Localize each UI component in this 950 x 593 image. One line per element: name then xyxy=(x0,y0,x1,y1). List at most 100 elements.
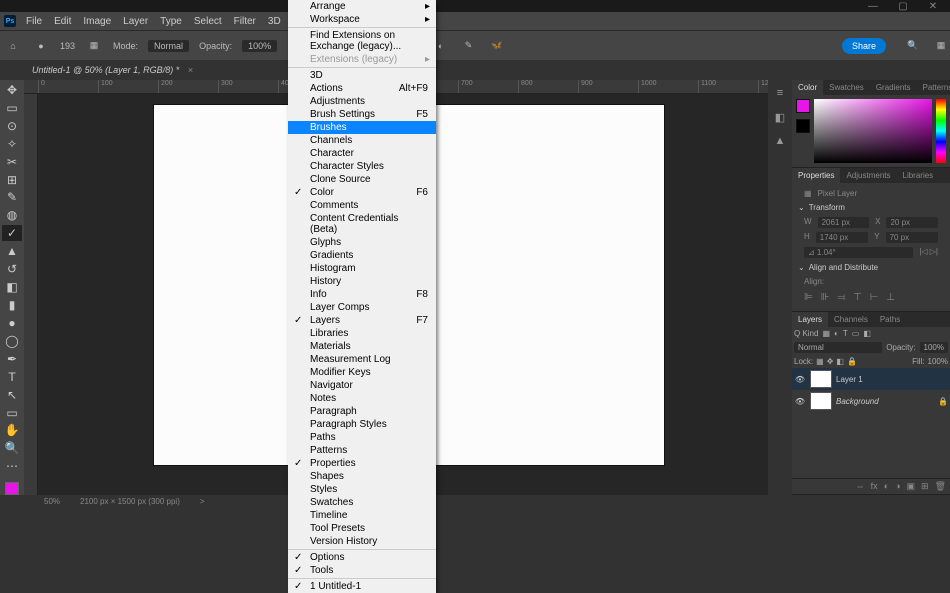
menu-item-character-styles[interactable]: Character Styles xyxy=(288,160,436,173)
y-input[interactable]: 70 px xyxy=(886,232,938,243)
tab-libraries[interactable]: Libraries xyxy=(897,168,940,183)
menu-item-layer-comps[interactable]: Layer Comps xyxy=(288,301,436,314)
blend-mode-select[interactable]: Normal xyxy=(794,342,882,353)
blend-mode-select[interactable]: Normal xyxy=(148,40,189,52)
filter-shape-icon[interactable]: ▭ xyxy=(852,329,860,338)
layer-mask-icon[interactable]: ◐ xyxy=(884,481,889,492)
menu-item-options[interactable]: ✓Options xyxy=(288,551,436,564)
menu-item-histogram[interactable]: Histogram xyxy=(288,262,436,275)
layer-opacity-select[interactable]: 100% xyxy=(920,342,948,353)
fg-swatch[interactable] xyxy=(796,99,810,113)
filter-type-icon[interactable]: T xyxy=(843,329,848,338)
flip-icons[interactable]: |◁ ▷| xyxy=(919,247,938,258)
tab-patterns[interactable]: Patterns xyxy=(917,80,950,95)
menu-item-swatches[interactable]: Swatches xyxy=(288,496,436,509)
menu-item-notes[interactable]: Notes xyxy=(288,392,436,405)
menu-item-paragraph[interactable]: Paragraph xyxy=(288,405,436,418)
menu-item-properties[interactable]: ✓Properties xyxy=(288,457,436,470)
shape-tool-icon[interactable]: ▭ xyxy=(2,405,22,421)
brush-panel-icon[interactable]: ▦ xyxy=(85,37,103,55)
pen-tool-icon[interactable]: ✒ xyxy=(2,351,22,367)
menu-item-character[interactable]: Character xyxy=(288,147,436,160)
menu-file[interactable]: File xyxy=(20,14,48,29)
workspace-icon[interactable]: ▦ xyxy=(932,37,950,55)
filter-adjust-icon[interactable]: ◐ xyxy=(834,329,839,338)
menu-item-channels[interactable]: Channels xyxy=(288,134,436,147)
menu-item-timeline[interactable]: Timeline xyxy=(288,509,436,522)
tab-gradients[interactable]: Gradients xyxy=(870,80,917,95)
lock-artboard-icon[interactable]: ◧ xyxy=(836,357,844,366)
zoom-level[interactable]: 50% xyxy=(44,497,60,506)
layer-fill-select[interactable]: 100% xyxy=(928,357,948,366)
menu-item-history[interactable]: History xyxy=(288,275,436,288)
maximize-button[interactable]: ▢ xyxy=(888,1,918,12)
tab-color[interactable]: Color xyxy=(792,80,823,95)
menu-item-tool-presets[interactable]: Tool Presets xyxy=(288,522,436,535)
collapsed-panel-icon[interactable]: ▲ xyxy=(771,132,789,150)
healing-tool-icon[interactable]: ◍ xyxy=(2,207,22,223)
path-tool-icon[interactable]: ↖ xyxy=(2,387,22,403)
brush-size-value[interactable]: 193 xyxy=(60,41,75,51)
tab-swatches[interactable]: Swatches xyxy=(823,80,870,95)
marquee-tool-icon[interactable]: ▭ xyxy=(2,100,22,116)
x-input[interactable]: 20 px xyxy=(886,217,938,228)
hue-slider[interactable] xyxy=(936,99,946,163)
foreground-color-swatch[interactable] xyxy=(5,482,19,495)
pressure-size-icon[interactable]: ✎ xyxy=(460,37,478,55)
tab-adjustments[interactable]: Adjustments xyxy=(840,168,896,183)
menu-item-find-extensions-on-exchange-legacy-[interactable]: Find Extensions on Exchange (legacy)... xyxy=(288,29,436,53)
crop-tool-icon[interactable]: ✂ xyxy=(2,154,22,170)
document-tab[interactable]: Untitled-1 @ 50% (Layer 1, RGB/8) * × xyxy=(24,63,201,77)
lock-pixels-icon[interactable]: ▦ xyxy=(816,357,824,366)
filter-smart-icon[interactable]: ◧ xyxy=(863,329,871,338)
tool-preset-icon[interactable]: ● xyxy=(32,37,50,55)
layer-thumbnail[interactable] xyxy=(810,370,832,388)
menu-item-modifier-keys[interactable]: Modifier Keys xyxy=(288,366,436,379)
menu-item-color[interactable]: ✓ColorF6 xyxy=(288,186,436,199)
menu-item-gradients[interactable]: Gradients xyxy=(288,249,436,262)
new-fill-icon[interactable]: ◑ xyxy=(895,481,900,492)
menu-select[interactable]: Select xyxy=(188,14,228,29)
brush-tool-icon[interactable]: ✓ xyxy=(2,225,22,241)
hand-tool-icon[interactable]: ✋ xyxy=(2,423,22,439)
width-input[interactable]: 2061 px xyxy=(818,217,870,228)
lock-all-icon[interactable]: 🔒 xyxy=(847,357,857,366)
filter-pixel-icon[interactable]: ▦ xyxy=(822,329,830,338)
align-hcenter-icon[interactable]: ⊪ xyxy=(821,292,830,303)
zoom-tool-icon[interactable]: 🔍 xyxy=(2,440,22,456)
eraser-tool-icon[interactable]: ◧ xyxy=(2,279,22,295)
menu-item-adjustments[interactable]: Adjustments xyxy=(288,95,436,108)
menu-item-arrange[interactable]: Arrange▸ xyxy=(288,0,436,13)
new-group-icon[interactable]: ▣ xyxy=(907,481,916,492)
gradient-tool-icon[interactable]: ▮ xyxy=(2,297,22,313)
home-icon[interactable]: ⌂ xyxy=(4,37,22,55)
collapsed-panel-icon[interactable]: ≡ xyxy=(771,84,789,102)
tab-close-icon[interactable]: × xyxy=(188,65,193,75)
align-right-icon[interactable]: ⫤ xyxy=(837,292,845,303)
menu-item-glyphs[interactable]: Glyphs xyxy=(288,236,436,249)
share-button[interactable]: Share xyxy=(842,38,886,54)
tab-layers[interactable]: Layers xyxy=(792,312,828,327)
menu-item-actions[interactable]: ActionsAlt+F9 xyxy=(288,82,436,95)
menu-item-materials[interactable]: Materials xyxy=(288,340,436,353)
layer-filter-kind[interactable]: Q Kind xyxy=(794,329,818,338)
menu-item-comments[interactable]: Comments xyxy=(288,199,436,212)
wand-tool-icon[interactable]: ✧ xyxy=(2,136,22,152)
type-tool-icon[interactable]: T xyxy=(2,369,22,385)
new-layer-icon[interactable]: ⊞ xyxy=(921,481,929,492)
menu-item-1-untitled-1[interactable]: ✓1 Untitled-1 xyxy=(288,580,436,593)
blur-tool-icon[interactable]: ● xyxy=(2,315,22,331)
visibility-icon[interactable]: 👁 xyxy=(794,375,806,384)
menu-item-styles[interactable]: Styles xyxy=(288,483,436,496)
opacity-select[interactable]: 100% xyxy=(242,40,277,52)
menu-item-brushes[interactable]: Brushes xyxy=(288,121,436,134)
dodge-tool-icon[interactable]: ◯ xyxy=(2,333,22,349)
bg-swatch[interactable] xyxy=(796,119,810,133)
menu-item-clone-source[interactable]: Clone Source xyxy=(288,173,436,186)
layer-fx-icon[interactable]: fx xyxy=(871,481,878,492)
menu-item-info[interactable]: InfoF8 xyxy=(288,288,436,301)
stamp-tool-icon[interactable]: ▲ xyxy=(2,243,22,259)
menu-item-3d[interactable]: 3D xyxy=(288,69,436,82)
menu-item-brush-settings[interactable]: Brush SettingsF5 xyxy=(288,108,436,121)
color-field[interactable] xyxy=(814,99,932,163)
